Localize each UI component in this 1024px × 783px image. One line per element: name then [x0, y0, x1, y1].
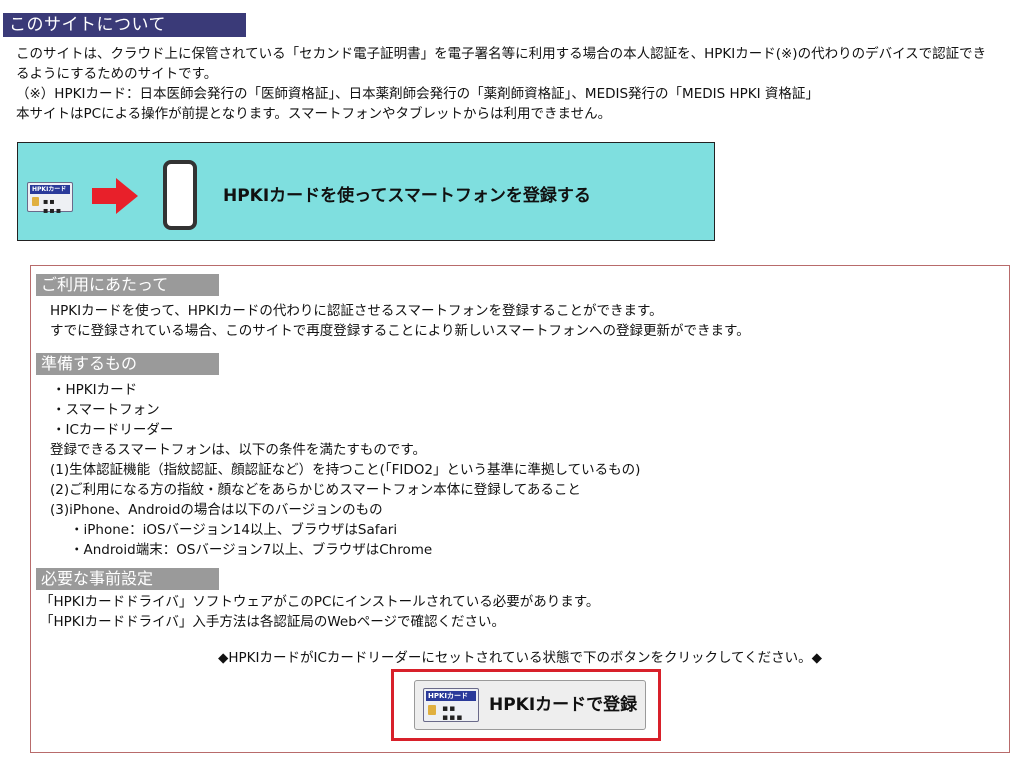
about-line: るようにするためのサイトです。 [16, 66, 218, 82]
version-item: ・Android端末：OSバージョン7以上、ブラウザはChrome [70, 542, 433, 558]
usage-line: すでに登録されている場合、このサイトで再度登録することにより新しいスマートフォン… [50, 323, 750, 339]
card-chip-icon [428, 705, 436, 715]
instruction-text: ◆HPKIカードがICカードリーダーにセットされている状態で下のボタンをクリック… [217, 650, 823, 666]
list-item: ・スマートフォン [52, 402, 160, 418]
setup-line: 「HPKIカードドライバ」入手方法は各認証局のWebページで確認ください。 [40, 614, 506, 630]
usage-line: HPKIカードを使って、HPKIカードの代わりに認証させるスマートフォンを登録す… [50, 303, 663, 319]
usage-heading: ご利用にあたって [36, 274, 219, 296]
about-line: このサイトは、クラウド上に保管されている「セカンド電子証明書」を電子署名等に利用… [16, 46, 987, 62]
smartphone-icon [163, 160, 197, 230]
list-item: ・ICカードリーダー [52, 422, 174, 438]
register-smartphone-label: HPKIカードを使ってスマートフォンを登録する [223, 186, 591, 206]
setup-line: 「HPKIカードドライバ」ソフトウェアがこのPCにインストールされている必要があ… [40, 594, 600, 610]
card-dots-icon: ▪▪ ▪▪▪ [43, 197, 63, 215]
arrow-right-icon [92, 178, 138, 214]
setup-heading: 必要な事前設定 [36, 568, 219, 590]
register-button-highlight: HPKIカード ▪▪ ▪▪▪ HPKIカードで登録 [391, 669, 661, 741]
register-with-hpki-card-button[interactable]: HPKIカード ▪▪ ▪▪▪ HPKIカードで登録 [414, 680, 646, 730]
card-label: HPKIカード [30, 185, 70, 194]
conditions-intro: 登録できるスマートフォンは、以下の条件を満たすものです。 [50, 442, 426, 458]
setup-text: 「HPKIカードドライバ」ソフトウェアがこのPCにインストールされている必要があ… [40, 592, 599, 632]
hpki-card-icon: HPKIカード ▪▪ ▪▪▪ [423, 688, 479, 723]
condition-item: (3)iPhone、Androidの場合は以下のバージョンのもの [50, 502, 383, 518]
version-item: ・iPhone：iOSバージョン14以上、ブラウザはSafari [70, 522, 398, 538]
list-item: ・HPKIカード [52, 382, 138, 398]
about-line: 本サイトはPCによる操作が前提となります。スマートフォンやタブレットからは利用で… [16, 106, 612, 122]
register-smartphone-banner-button[interactable]: HPKIカード ▪▪ ▪▪▪ HPKIカードを使ってスマートフォンを登録する [17, 142, 715, 241]
prepare-list: ・HPKIカード ・スマートフォン ・ICカードリーダー 登録できるスマートフォ… [50, 380, 640, 560]
about-note: （※）HPKIカード：日本医師会発行の「医師資格証」、日本薬剤師会発行の「薬剤師… [16, 86, 819, 102]
condition-item: (1)生体認証機能（指紋認証、顔認証など）を持つこと(「FIDO2」という基準に… [50, 462, 641, 478]
about-text: このサイトは、クラウド上に保管されている「セカンド電子証明書」を電子署名等に利用… [16, 44, 1024, 124]
condition-item: (2)ご利用になる方の指紋・顔などをあらかじめスマートフォン本体に登録してあるこ… [50, 482, 581, 498]
about-heading: このサイトについて [3, 13, 246, 37]
card-label: HPKIカード [426, 691, 476, 701]
usage-text: HPKIカードを使って、HPKIカードの代わりに認証させるスマートフォンを登録す… [50, 301, 750, 341]
prepare-heading: 準備するもの [36, 353, 219, 375]
info-panel: ご利用にあたって HPKIカードを使って、HPKIカードの代わりに認証させるスマ… [30, 265, 1010, 753]
register-button-label: HPKIカードで登録 [489, 695, 638, 715]
card-chip-icon [32, 197, 39, 206]
hpki-card-icon: HPKIカード ▪▪ ▪▪▪ [27, 182, 73, 215]
card-dots-icon: ▪▪ ▪▪▪ [442, 704, 464, 723]
